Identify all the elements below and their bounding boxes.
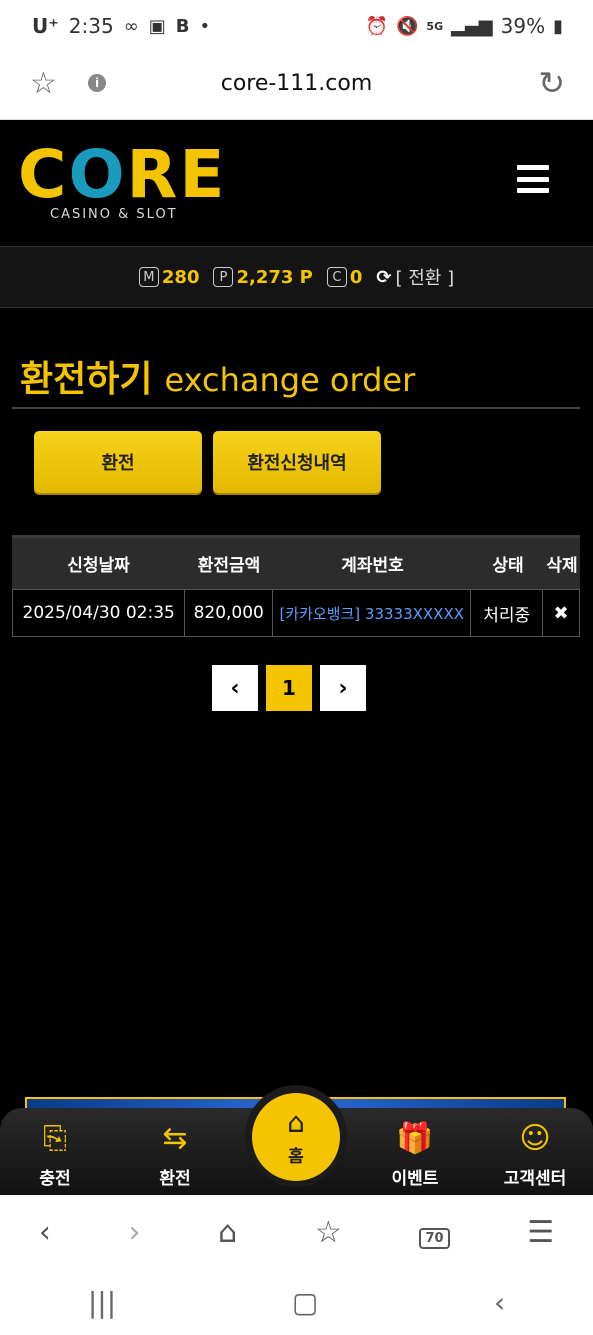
header-account: 계좌번호 (341, 556, 404, 576)
home-icon[interactable]: ⌂ (218, 1215, 237, 1250)
tabs-button[interactable]: 70 (419, 1215, 450, 1250)
signal-icon: ▂▄▆ (451, 15, 493, 37)
network-5g-icon: 5G (426, 19, 444, 33)
carrier-label: U⁺ (32, 14, 59, 38)
header-delete: 삭제 (546, 556, 578, 576)
android-nav-bar: ||| ▢ ‹ (0, 1270, 593, 1335)
gallery-icon: ▣ (148, 15, 166, 37)
battery-icon: ▮ (553, 15, 563, 37)
page-title: 환전하기 exchange order (20, 350, 415, 402)
gift-icon: 🎁 (396, 1121, 434, 1156)
tabs-count: 70 (419, 1228, 450, 1249)
row-account: [카카오뱅크] 33333XXXXX (273, 590, 472, 636)
clock: 2:35 (68, 14, 114, 38)
row-amount: 820,000 (185, 590, 274, 636)
alarm-icon: ⏰ (365, 15, 388, 37)
delete-x-icon: ✖ (553, 602, 569, 624)
recent-apps-icon[interactable]: ||| (88, 1286, 116, 1319)
mute-icon: 🔇 (396, 15, 419, 37)
exchange-history-button[interactable]: 환전신청내역 (213, 431, 381, 493)
exchange-table: 신청날짜 환전금액 계좌번호 상태 삭제 2025/04/30 02:35 82… (12, 535, 580, 637)
refresh-icon: ⟳ (376, 266, 392, 288)
switch-button[interactable]: ⟳ [ 전환 ] (376, 264, 454, 290)
nav-charge-label: 충전 (39, 1169, 71, 1189)
header-status: 상태 (492, 556, 524, 576)
support-agent-icon: ☺ (519, 1121, 551, 1156)
coin-value: 0 (349, 266, 363, 288)
nav-event-label: 이벤트 (391, 1169, 439, 1189)
android-back-icon[interactable]: ‹ (494, 1286, 505, 1319)
chevron-left-icon: ‹ (230, 675, 240, 701)
money-balance: M 280 (138, 266, 200, 288)
chevron-right-icon: › (338, 675, 348, 701)
pagination: ‹ 1 › (212, 665, 366, 711)
current-page[interactable]: 1 (266, 665, 312, 711)
site-logo[interactable]: CORE CASINO & SLOT (18, 136, 227, 223)
site-header: CORE CASINO & SLOT (0, 121, 593, 245)
home-heart-icon: ⌂ (287, 1105, 305, 1139)
switch-label: [ 전환 ] (395, 268, 455, 289)
charge-icon: ⎘ (43, 1121, 67, 1156)
nav-home-label: 홈 (288, 1146, 304, 1167)
delete-button[interactable]: ✖ (543, 590, 579, 636)
page-title-english: exchange order (164, 361, 416, 399)
menu-hamburger-icon[interactable] (517, 165, 549, 193)
android-home-icon[interactable]: ▢ (292, 1286, 318, 1319)
point-balance: P 2,273 P (213, 266, 313, 288)
browser-url-bar: ☆ i core-111.com ↻ (0, 52, 593, 120)
balance-bar: M 280 P 2,273 P C 0 ⟳ [ 전환 ] (0, 246, 593, 308)
nav-event[interactable]: 🎁 이벤트 (370, 1120, 460, 1189)
nav-exchange[interactable]: ⇆ 환전 (130, 1120, 220, 1189)
battery-percent: 39% (500, 14, 546, 38)
link-icon: ∞ (123, 15, 139, 37)
nav-support[interactable]: ☺ 고객센터 (490, 1120, 580, 1189)
logo-wordmark: CORE (18, 136, 227, 213)
table-header: 신청날짜 환전금액 계좌번호 상태 삭제 (12, 535, 580, 589)
back-icon[interactable]: ‹ (39, 1215, 51, 1250)
nav-support-label: 고객센터 (503, 1169, 567, 1189)
coin-icon: C (326, 267, 347, 287)
menu-icon[interactable]: ☰ (527, 1215, 554, 1250)
browser-toolbar: ‹ › ⌂ ☆ 70 ☰ (0, 1195, 593, 1270)
row-status: 처리중 (471, 590, 544, 636)
coin-balance: C 0 (326, 266, 363, 288)
title-divider (12, 407, 580, 409)
exchange-button[interactable]: 환전 (34, 431, 202, 493)
header-amount: 환전금액 (197, 556, 261, 576)
url-field[interactable]: core-111.com (0, 71, 593, 96)
point-icon: P (213, 267, 234, 287)
forward-icon[interactable]: › (129, 1215, 141, 1250)
money-icon: M (138, 267, 159, 287)
table-row: 2025/04/30 02:35 820,000 [카카오뱅크] 33333XX… (12, 589, 580, 637)
b-app-icon: B (175, 15, 190, 37)
point-value: 2,273 P (236, 266, 313, 288)
page-title-korean: 환전하기 (20, 359, 153, 400)
reload-icon[interactable]: ↻ (538, 64, 565, 102)
next-page-button[interactable]: › (320, 665, 366, 711)
nav-exchange-label: 환전 (159, 1169, 191, 1189)
header-date: 신청날짜 (67, 556, 130, 576)
exchange-icon: ⇆ (162, 1121, 188, 1156)
nav-charge[interactable]: ⎘ 충전 (10, 1120, 100, 1189)
nav-home-button[interactable]: ⌂ 홈 (252, 1093, 340, 1181)
row-date: 2025/04/30 02:35 (13, 590, 186, 636)
prev-page-button[interactable]: ‹ (212, 665, 258, 711)
status-bar: U⁺ 2:35 ∞ ▣ B • ⏰ 🔇 5G ▂▄▆ 39% ▮ (0, 0, 593, 52)
dot-icon: • (199, 15, 211, 37)
money-value: 280 (161, 266, 200, 288)
bookmarks-icon[interactable]: ☆ (315, 1215, 342, 1250)
